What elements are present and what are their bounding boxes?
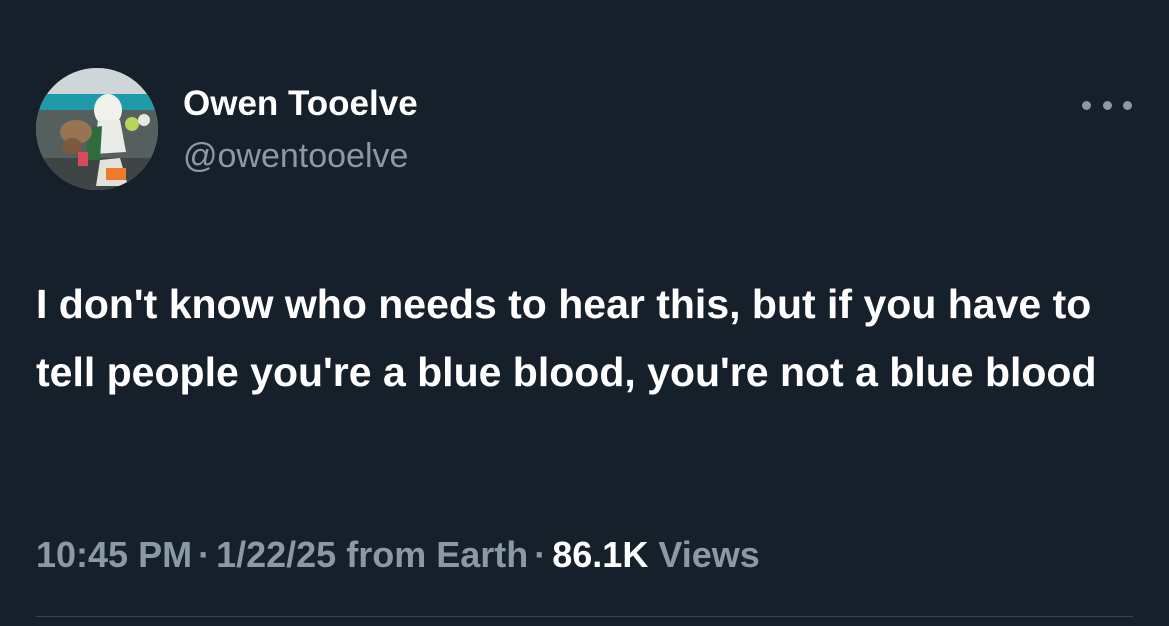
- separator-dot: ·: [198, 534, 211, 575]
- more-horizontal-icon: [1102, 100, 1112, 110]
- more-horizontal-icon: [1123, 100, 1132, 110]
- separator-dot: ·: [534, 534, 547, 575]
- avatar-image: [36, 68, 158, 190]
- divider: [36, 616, 1133, 617]
- tweet-source: from Earth: [346, 534, 529, 575]
- avatar[interactable]: [36, 68, 158, 190]
- tweet-text: I don't know who needs to hear this, but…: [36, 281, 1097, 395]
- author-info: Owen Tooelve @owentooelve: [183, 84, 418, 176]
- views-label: Views: [658, 534, 760, 575]
- author-display-name[interactable]: Owen Tooelve: [183, 84, 418, 124]
- more-options-button[interactable]: [1082, 95, 1132, 115]
- views-count[interactable]: 86.1K: [552, 534, 648, 575]
- tweet-metadata: 10:45 PM · 1/22/25 from Earth · 86.1K Views: [36, 533, 760, 577]
- author-handle[interactable]: @owentooelve: [183, 136, 418, 176]
- more-horizontal-icon: [1082, 100, 1091, 110]
- tweet-card: Owen Tooelve @owentooelve I don't know w…: [0, 0, 1169, 626]
- tweet-date[interactable]: 1/22/25: [216, 534, 336, 575]
- tweet-time[interactable]: 10:45 PM: [36, 534, 192, 575]
